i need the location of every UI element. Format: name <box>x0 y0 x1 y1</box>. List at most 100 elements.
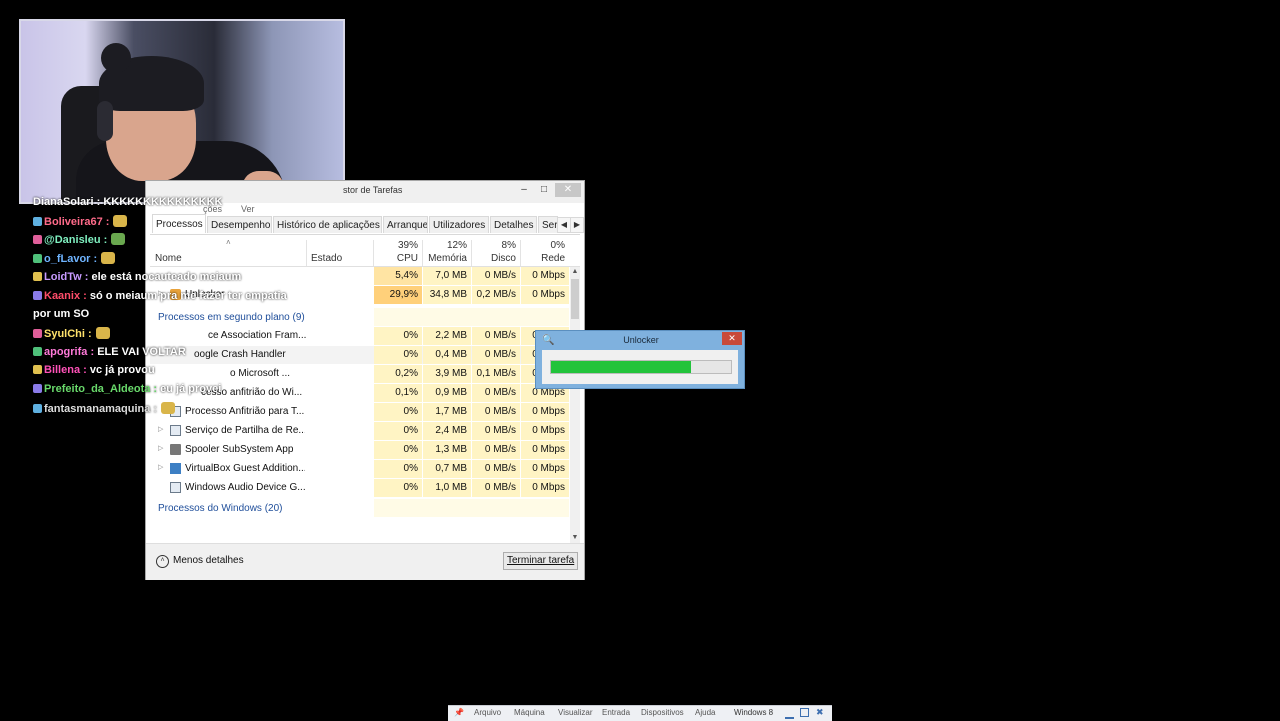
tab-startup[interactable]: Arranque <box>383 216 428 233</box>
pin-icon[interactable]: 📌 <box>454 708 464 717</box>
chat-text: ELE VAI VOLTAR <box>94 345 186 358</box>
tab-scroll-right-icon[interactable]: ▶ <box>570 217 584 233</box>
minimize-button[interactable]: – <box>516 183 532 197</box>
process-memory: 0,7 MB <box>423 460 471 478</box>
sort-caret-icon: ˄ <box>226 238 231 247</box>
table-row[interactable]: ▷ Spooler SubSystem App 0% 1,3 MB 0 MB/s… <box>150 441 570 459</box>
table-row[interactable]: ▷ VirtualBox Guest Addition... 0% 0,7 MB… <box>150 460 570 478</box>
chat-emote-icon <box>113 214 128 227</box>
column-network[interactable]: Rede <box>521 253 565 264</box>
column-disk-total[interactable]: 8% <box>472 240 516 251</box>
menu-input[interactable]: Entrada <box>602 708 630 717</box>
chat-message: por um SO <box>33 308 89 320</box>
menu-help[interactable]: Ajuda <box>695 708 715 717</box>
scrollbar-thumb[interactable] <box>571 279 579 319</box>
column-cpu[interactable]: CPU <box>374 253 418 264</box>
chat-message: Prefeito_da_Aldeota : eu já provei <box>33 383 221 395</box>
process-memory: 34,8 MB <box>423 286 471 304</box>
process-network: 0 Mbps <box>521 403 569 421</box>
group-cell-bg <box>374 499 569 517</box>
process-cpu: 0% <box>374 479 422 497</box>
progress-bar <box>550 360 732 374</box>
menu-machine[interactable]: Máquina <box>514 708 545 717</box>
close-button[interactable]: ✕ <box>555 183 581 197</box>
process-memory: 0,9 MB <box>423 384 471 402</box>
table-row[interactable]: ce Association Fram... 0% 2,2 MB 0 MB/s … <box>150 327 570 345</box>
chat-message: @Danisleu : <box>33 233 126 246</box>
maximize-button[interactable]: □ <box>536 183 552 197</box>
expand-chevron-icon[interactable]: ▷ <box>158 463 163 471</box>
chat-separator: : <box>150 402 158 415</box>
expand-chevron-icon[interactable]: ▷ <box>158 425 163 433</box>
tab-performance[interactable]: Desempenho <box>207 216 272 233</box>
group-header-background[interactable]: Processos em segundo plano (9) <box>150 308 570 326</box>
process-name: o Microsoft ... <box>230 368 291 379</box>
close-button[interactable]: ✕ <box>722 332 742 345</box>
column-name[interactable]: Nome <box>155 253 182 264</box>
chat-message: Kaanix : só o meiaum pra me fazer ter em… <box>33 290 287 302</box>
process-memory: 2,2 MB <box>423 327 471 345</box>
chat-text: ele está nocauteado meiaum <box>88 270 242 283</box>
process-network: 0 Mbps <box>521 422 569 440</box>
chat-message: Boliveira67 : <box>33 214 128 228</box>
fewer-details-link[interactable]: Menos detalhes <box>173 555 244 566</box>
chat-username: fantasmanamaquina <box>44 402 151 415</box>
expand-chevron-icon[interactable]: ▷ <box>158 444 163 452</box>
menu-devices[interactable]: Dispositivos <box>641 708 684 717</box>
tab-users[interactable]: Utilizadores <box>429 216 489 233</box>
vertical-scrollbar[interactable]: ▲ ▼ <box>570 267 580 543</box>
close-icon[interactable]: ✖ <box>816 707 824 718</box>
process-cpu: 0% <box>374 441 422 459</box>
menu-view[interactable]: Visualizar <box>558 708 593 717</box>
chat-badge-icon <box>33 403 42 413</box>
scroll-up-icon[interactable]: ▲ <box>570 267 580 277</box>
process-name: ce Association Fram... <box>208 330 307 341</box>
column-memory-total[interactable]: 12% <box>423 240 467 251</box>
column-status[interactable]: Estado <box>311 253 342 264</box>
chat-emote-icon <box>95 326 110 339</box>
process-disk: 0,2 MB/s <box>472 286 520 304</box>
end-task-button[interactable]: Terminar tarefa <box>503 552 579 570</box>
process-cpu: 5,4% <box>374 267 422 285</box>
process-network: 0 Mbps <box>521 460 569 478</box>
restore-icon[interactable] <box>800 708 809 717</box>
column-network-total[interactable]: 0% <box>521 240 565 251</box>
table-row[interactable]: ▷ Serviço de Partilha de Re... 0% 2,4 MB… <box>150 422 570 440</box>
progress-fill <box>551 361 691 373</box>
process-memory: 0,4 MB <box>423 346 471 364</box>
tab-scroll-left-icon[interactable]: ◀ <box>557 217 571 233</box>
vm-name: Windows 8 <box>734 708 774 717</box>
chat-emote-icon <box>101 252 116 265</box>
minimize-icon[interactable] <box>785 708 794 719</box>
menu-view[interactable]: Ver <box>241 204 255 214</box>
group-label: Processos em segundo plano (9) <box>158 312 305 323</box>
chat-message: o_fLavor : <box>33 252 116 266</box>
tab-processes[interactable]: Processos <box>152 214 206 233</box>
group-header-windows[interactable]: Processos do Windows (20) <box>150 499 570 517</box>
scroll-down-icon[interactable]: ▼ <box>570 533 580 543</box>
window-title: stor de Tarefas <box>343 185 403 195</box>
process-name: Processo Anfitrião para T... <box>185 406 305 417</box>
column-cpu-total[interactable]: 39% <box>374 240 418 251</box>
process-name: Spooler SubSystem App <box>185 444 294 455</box>
process-disk: 0 MB/s <box>472 384 520 402</box>
column-disk[interactable]: Disco <box>472 253 516 264</box>
process-disk: 0 MB/s <box>472 441 520 459</box>
chat-separator: : <box>90 253 98 266</box>
table-row[interactable]: Windows Audio Device G... 0% 1,0 MB 0 MB… <box>150 479 570 497</box>
table-row[interactable]: Processo Anfitrião para T... 0% 1,7 MB 0… <box>150 403 570 421</box>
table-row[interactable]: o Microsoft ... 0,2% 3,9 MB 0,1 MB/s 0 M… <box>150 365 570 383</box>
chat-username: o_fLavor <box>44 253 91 266</box>
process-network: 0 Mbps <box>521 479 569 497</box>
chat-username: SyulChi <box>44 327 85 340</box>
tab-app-history[interactable]: Histórico de aplicações <box>273 216 382 233</box>
table-row[interactable]: oogle Crash Handler 0% 0,4 MB 0 MB/s 0 M… <box>150 346 570 364</box>
tab-details[interactable]: Detalhes <box>490 216 537 233</box>
column-memory[interactable]: Memória <box>423 253 467 264</box>
menu-file[interactable]: Arquivo <box>474 708 501 717</box>
process-network: 0 Mbps <box>521 286 569 304</box>
dialog-title: Unlocker <box>623 335 659 345</box>
chevron-up-icon[interactable]: ˄ <box>156 555 169 568</box>
chat-badge-icon <box>33 290 42 300</box>
tab-services[interactable]: Ser <box>538 216 558 233</box>
